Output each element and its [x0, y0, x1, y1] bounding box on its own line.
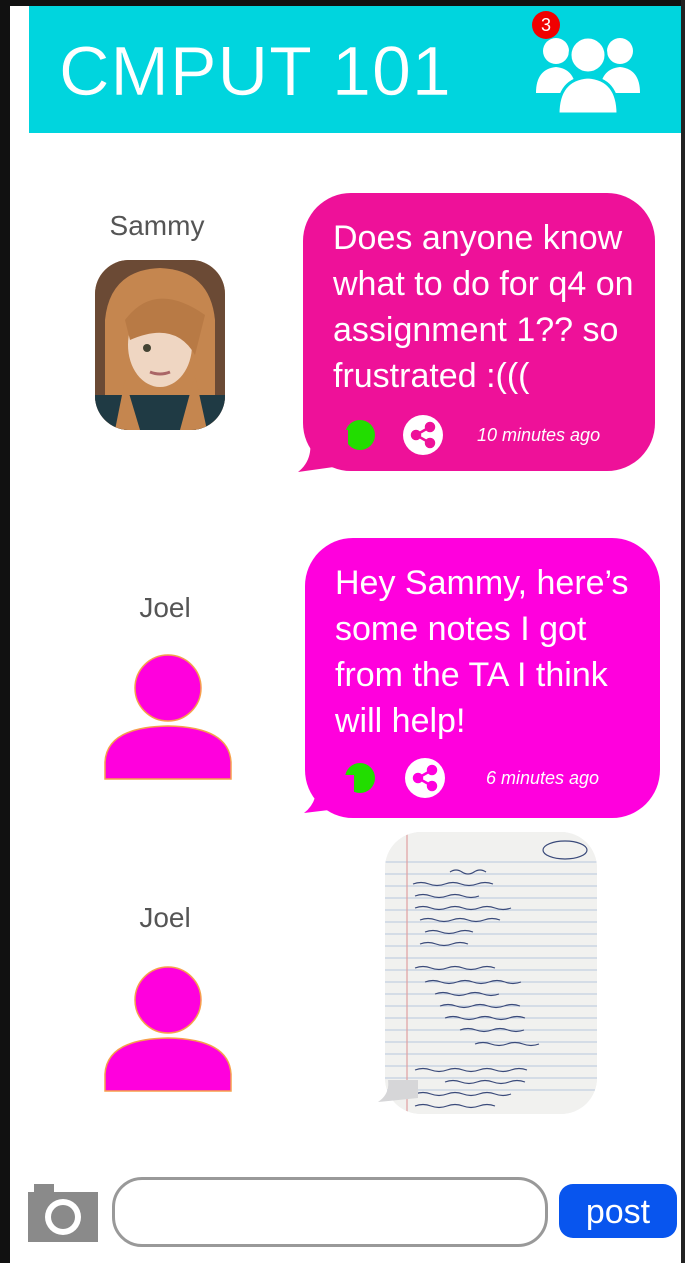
message-timestamp: 6 minutes ago: [486, 768, 600, 788]
message-bubble: Does anyone know what to do for q4 on as…: [303, 193, 655, 471]
avatar-photo[interactable]: [95, 260, 225, 430]
default-avatar-icon[interactable]: [103, 964, 233, 1094]
bubble-tail: [304, 775, 354, 813]
notification-badge: 3: [532, 11, 560, 39]
default-avatar-icon[interactable]: [103, 652, 233, 782]
share-icon[interactable]: [403, 415, 443, 455]
author-name: Joel: [139, 902, 191, 933]
window-frame-right: [681, 0, 685, 1263]
message-input[interactable]: [112, 1177, 548, 1247]
attached-notes-image[interactable]: [385, 832, 597, 1114]
course-title: CMPUT 101: [59, 32, 452, 111]
handwritten-notes-image: [385, 832, 597, 1114]
message-bubble: Hey Sammy, here’s some notes I got from …: [305, 538, 660, 818]
author-name: Sammy: [109, 210, 205, 241]
window-frame-left: [0, 0, 10, 1263]
profile-photo: [95, 260, 225, 430]
message-text: Does anyone know what to do for q4 on as…: [333, 219, 634, 395]
app-header: CMPUT 101 3: [29, 6, 681, 133]
bubble-tail: [298, 430, 348, 472]
bubble-tail: [378, 1080, 418, 1102]
message-timestamp: 10 minutes ago: [477, 425, 601, 445]
online-status-dot: [345, 420, 375, 450]
share-icon[interactable]: [405, 758, 445, 798]
message-text: Hey Sammy, here’s some notes I got from …: [335, 564, 629, 740]
author-name: Joel: [139, 592, 191, 623]
camera-icon[interactable]: [28, 1184, 98, 1242]
post-button[interactable]: post: [559, 1184, 677, 1238]
